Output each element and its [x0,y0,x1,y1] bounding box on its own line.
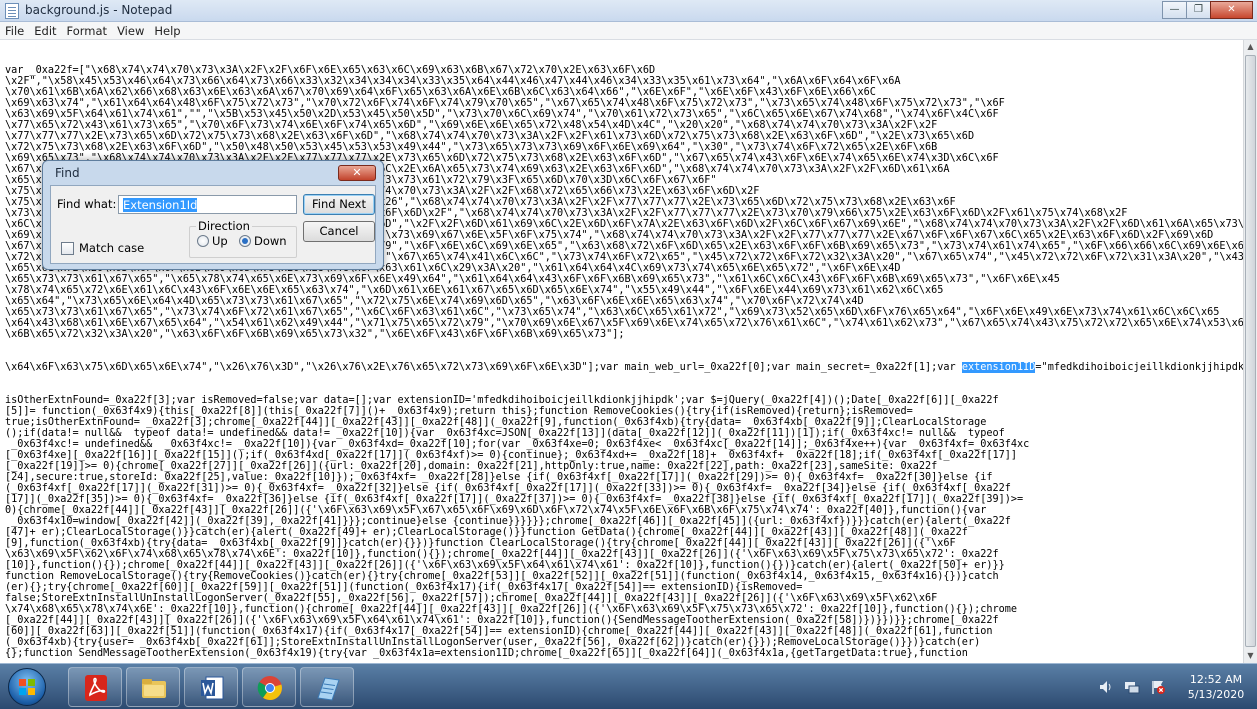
minimize-button[interactable]: — [1162,1,1187,19]
find-dialog-body: Find what: Extension1Id Find Next Cancel… [50,185,376,264]
code-line: \x64\x43\x68\x61\x6E\x67\x65\x64","\x54\… [5,318,1243,329]
search-match-highlight: extension1ID [961,362,1036,373]
code-line: [_0xa22f[44]][_0xa22f[43]][_0xa22f[26]](… [5,615,999,626]
code-line: \x77\x77\x77\x2E\x73\x65\x6D\x72\x75\x73… [5,131,975,142]
code-line: _0x63f4xc!= undefined&& _0x63f4xc!= _0xa… [5,439,1030,450]
start-button[interactable] [8,668,46,706]
menu-format[interactable]: Format [62,22,113,39]
taskbar-acrobat[interactable] [68,667,122,707]
code-line: \x65\x73\x73\x61\x67\x65","\x73\x74\x6F\… [5,307,1220,318]
direction-down-label[interactable]: Down [254,234,287,248]
menu-edit[interactable]: Edit [29,22,61,39]
action-center-flag-icon[interactable] [1150,679,1166,695]
maximize-button[interactable]: ❐ [1186,1,1211,19]
code-line: [60]][_0xa22f[63]][_0xa22f[51]](function… [5,626,993,637]
taskbar: 12:52 AM 5/13/2020 [0,663,1257,709]
network-icon[interactable] [1124,679,1140,695]
code-text: var _0xa22f=["\x68\x74\x74\x70\x73\x3A\x… [5,43,1243,663]
direction-up-label[interactable]: Up [212,234,228,248]
code-line: \x63\x69\x5F\x62\x6F\x74\x68\x65\x78\x74… [5,549,999,560]
notepad-icon [5,3,19,19]
code-line: true;isOtherExtnFound= _0xa22f[3];chrome… [5,417,987,428]
code-line: [47]+ er);ClearLocalStorage()}}catch(er)… [5,527,968,538]
code-line: \x2F","\x58\x45\x53\x46\x64\x73\x66\x64\… [5,76,901,87]
code-line-highlight: \x64\x6F\x63\x75\x6D\x65\x6E\x74","\x26\… [5,362,1243,373]
code-line: \x69\x63\x74","\x61\x64\x64\x48\x6F\x75\… [5,98,1005,109]
code-line: \x65\x73\x73\x61\x67\x65","\x65\x78\x74\… [5,274,1060,285]
find-dialog: Find ✕ Find what: Extension1Id Find Next… [42,160,384,270]
code-line: isOtherExtnFound=_0xa22f[3];var isRemove… [5,395,999,406]
windows-logo-icon [19,679,36,696]
find-dialog-title: Find [55,166,80,180]
find-dialog-titlebar[interactable]: Find ✕ [43,161,383,185]
taskbar-notepad[interactable] [300,667,354,707]
window-controls: — ❐ ✕ [1162,1,1253,19]
code-line: [_0xa22f[19]]>= 0){chrome[_0xa22f[27]][_… [5,461,938,472]
code-line: function RemoveLocalStorage(){try{Remove… [5,571,999,582]
chrome-icon [257,674,283,702]
scroll-down-button[interactable]: ▼ [1244,649,1257,663]
code-line: (_0x63f4xf[_0xa22f[17]](_0xa22f[31])>= 0… [5,483,1011,494]
close-button[interactable]: ✕ [1210,1,1253,19]
code-line: _0x63f4x10=window[_0xa22f[42]](_0xa22f[3… [5,516,1011,527]
code-line: \x78\x74\x65\x72\x6E\x61\x6C\x43\x6F\x6E… [5,285,944,296]
code-line: [17]](_0xa22f[35])>= 0){_0x63f4xf= _0xa2… [5,494,1024,505]
code-line: {};function SendMessageTootherExtension(… [5,648,968,659]
folder-icon [141,674,167,702]
code-line: false;StoreExtnInstallUnInstallLogonServ… [5,593,938,604]
code-line: [10]},function(){});chrome[_0xa22f[44]][… [5,560,1005,571]
code-line: ();if(data!= null&& typeof data!= undefi… [5,428,1005,439]
code-line: (er){};try{chrome[_0xa22f[60]][_0xa22f[5… [5,582,803,593]
code-line: \x63\x69\x5F\x64\x61\x74\x61","","\x5B\x… [5,109,999,120]
direction-label: Direction [196,219,252,233]
volume-icon[interactable] [1098,679,1114,695]
code-after-match: ="mfedkdihoiboicjeillkdionkjjhipdk";var [1035,362,1243,373]
direction-up-radio[interactable] [197,235,209,247]
code-line: [_0x63f4xe][_0xa22f[16]][_0xa22f[15]]();… [5,450,1018,461]
menu-view[interactable]: View [112,22,149,39]
direction-down-radio[interactable] [239,235,251,247]
find-what-input[interactable]: Extension1Id [118,195,297,214]
word-icon [199,674,225,702]
menu-file[interactable]: File [0,22,29,39]
match-case-checkbox[interactable] [61,242,74,255]
code-line: \x6B\x65\x72\x32\x3A\x20","\x63\x6F\x6F\… [5,329,625,340]
scroll-thumb[interactable] [1245,55,1256,647]
code-line: \x70\x61\x6B\x6A\x62\x66\x68\x63\x6E\x63… [5,87,876,98]
window-title: background.js - Notepad [25,3,173,17]
taskbar-word[interactable] [184,667,238,707]
editor-textarea[interactable]: var _0xa22f=["\x68\x74\x74\x70\x73\x3A\x… [0,40,1243,663]
code-line: [24],secure:true,storeId:_0xa22f[25],val… [5,472,993,483]
find-next-button[interactable]: Find Next [303,194,375,215]
code-line: [9],function(_0x63f4xb){try{data= _0x63f… [5,538,956,549]
scroll-up-button[interactable]: ▲ [1244,40,1257,54]
code-lines-after: isOtherExtnFound=_0xa22f[3];var isRemove… [5,395,1243,659]
code-line: [5]]= function(_0x63f4x9){this[_0xa22f[8… [5,406,913,417]
code-line: (_0x63f4xb){try{user= _0x63f4xb[_0xa22f[… [5,637,981,648]
clock-time: 12:52 AM [1189,673,1243,686]
acrobat-icon [83,674,109,702]
code-line: \x65\x64","\x73\x65\x6E\x64\x4D\x65\x73\… [5,296,864,307]
menu-bar: File Edit Format View Help [0,22,1257,40]
find-close-button[interactable]: ✕ [338,165,376,181]
code-line: \x72\x75\x73\x68\x2E\x63\x6F\x6D","\x50\… [5,142,938,153]
match-case-label[interactable]: Match case [79,241,144,255]
code-line: var _0xa22f=["\x68\x74\x74\x70\x73\x3A\x… [5,65,656,76]
window-titlebar[interactable]: background.js - Notepad — ❐ ✕ [0,0,1257,22]
find-what-value: Extension1Id [123,198,198,212]
code-line: \x77\x65\x72\x43\x61\x73\x65","\x70\x6F\… [5,120,938,131]
taskbar-explorer[interactable] [126,667,180,707]
system-tray: 12:52 AM 5/13/2020 [1093,664,1251,709]
clock-date: 5/13/2020 [1187,688,1245,701]
code-line: \x74\x68\x65\x78\x74\x6E':_0xa22f[10]},f… [5,604,1018,615]
find-what-label: Find what: [57,197,117,211]
code-before-match: \x64\x6F\x63\x75\x6D\x65\x6E\x74","\x26\… [5,362,962,373]
taskbar-chrome[interactable] [242,667,296,707]
notepad-app-icon [315,674,341,702]
code-line: 0){chrome[_0xa22f[44]][_0xa22f[43]][_0xa… [5,505,987,516]
menu-help[interactable]: Help [149,22,185,39]
vertical-scrollbar[interactable]: ▲ ▼ [1243,40,1257,663]
cancel-button[interactable]: Cancel [303,221,375,242]
system-clock[interactable]: 12:52 AM 5/13/2020 [1181,672,1251,702]
